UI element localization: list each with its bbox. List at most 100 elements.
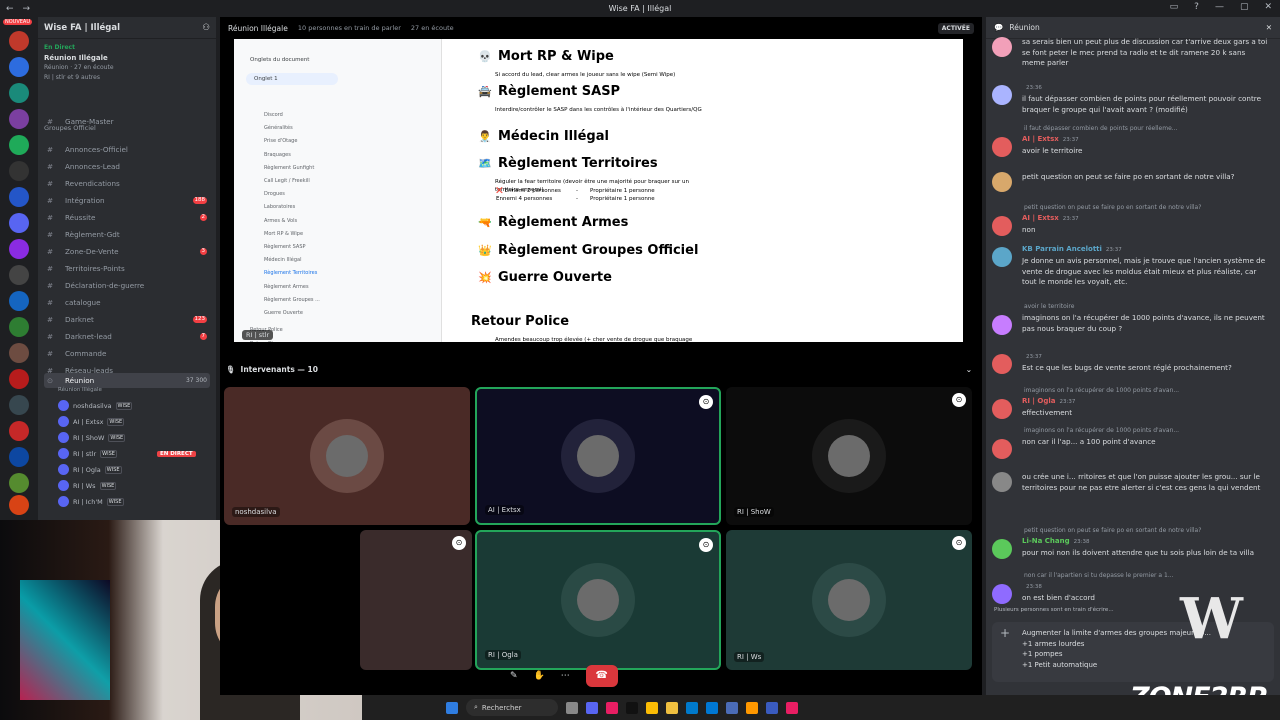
outline-item[interactable]: Règlement Territoires	[264, 270, 317, 276]
reply-preview[interactable]: avoir le territoire	[1024, 303, 1264, 310]
more-icon[interactable]: ⋯	[561, 671, 570, 681]
server-icon[interactable]	[9, 83, 29, 103]
minimize-icon[interactable]: —	[1215, 2, 1224, 12]
channel-item[interactable]: # Revendications	[44, 176, 210, 191]
voice-user[interactable]: noshdasilva WISE	[58, 400, 133, 411]
add-friend-icon[interactable]: ⚇	[202, 23, 210, 33]
server-icon[interactable]	[9, 109, 29, 129]
participant-tile[interactable]: ⊙ RI | ShoW	[726, 387, 972, 525]
server-icon[interactable]	[9, 495, 29, 515]
app-icon[interactable]	[726, 701, 738, 714]
channel-item[interactable]: # Réussite 2	[44, 210, 210, 225]
maximize-icon[interactable]: ▢	[1240, 2, 1249, 12]
chevron-down-icon[interactable]: ⌄	[966, 365, 972, 374]
voice-user[interactable]: AI | Extsx WISE	[58, 416, 125, 427]
voice-user[interactable]: RI | Ogla WISE	[58, 464, 122, 475]
channel-item[interactable]: # Annonces-Officiel	[44, 142, 210, 157]
participant-tile[interactable]: ⊙ AI | Extsx	[475, 387, 721, 525]
channel-reunion[interactable]: ⊙ Réunion 37 300	[44, 373, 210, 388]
server-icon[interactable]	[9, 31, 29, 51]
reply-preview[interactable]: petit question on peut se faire po en so…	[1024, 527, 1264, 534]
speakers-header[interactable]: 🎙 Intervenants — 10 ⌄	[220, 362, 982, 376]
voice-user[interactable]: RI | Ich'M WISE	[58, 496, 124, 507]
server-icon[interactable]	[9, 369, 29, 389]
channel-item[interactable]: # Zone-De-Vente 3	[44, 244, 210, 259]
outline-item[interactable]: Call Legit / Freekill	[264, 178, 310, 184]
mute-icon[interactable]: ✎	[510, 671, 518, 681]
message-author[interactable]: 23:38	[1022, 582, 1042, 590]
server-icon[interactable]	[9, 135, 29, 155]
message-author[interactable]: 23:36	[1022, 83, 1042, 91]
outline-item[interactable]: Médecin Illégal	[264, 257, 302, 263]
reply-preview[interactable]: il faut dépasser combien de points pour …	[1024, 125, 1264, 132]
app-icon[interactable]	[746, 701, 758, 714]
outline-item[interactable]: Laboratoires	[264, 204, 295, 210]
watch-stream-icon[interactable]: ⊙	[952, 393, 966, 407]
outline-item[interactable]: Armes & Vols	[264, 218, 297, 224]
outline-item[interactable]: Règlement Gunfight	[264, 165, 314, 171]
server-icon[interactable]	[9, 239, 29, 259]
discord-icon[interactable]	[586, 701, 598, 714]
hand-icon[interactable]: ✋	[534, 671, 545, 681]
folder-icon[interactable]	[666, 701, 678, 714]
server-icon[interactable]	[9, 395, 29, 415]
participant-tile[interactable]: ⊙ RI | Ogla	[475, 530, 721, 670]
message-author[interactable]: KB Parrain Ancelotti 23:37	[1022, 245, 1122, 253]
add-attachment-icon[interactable]: +	[1000, 626, 1010, 640]
reply-preview[interactable]: imaginons on l'a récupérer de 1000 point…	[1024, 387, 1264, 394]
server-icon[interactable]	[9, 421, 29, 441]
outline-item[interactable]: Règlement Armes	[264, 284, 309, 290]
taskbar-search[interactable]: ⌕ Rechercher	[466, 699, 558, 716]
message-author[interactable]: Li-Na Chang 23:38	[1022, 537, 1089, 545]
tiktok-icon[interactable]	[626, 701, 638, 714]
voice-user[interactable]: RI | ShoW WISE	[58, 432, 126, 443]
outline-item[interactable]: Mort RP & Wipe	[264, 231, 303, 237]
outline-item[interactable]: Braquages	[264, 152, 291, 158]
hang-up-button[interactable]: ☎	[585, 665, 618, 687]
close-icon[interactable]: ✕	[1264, 2, 1272, 12]
server-icon[interactable]	[9, 343, 29, 363]
server-icon[interactable]	[9, 317, 29, 337]
server-icon[interactable]	[9, 57, 29, 77]
watch-stream-icon[interactable]: ⊙	[699, 395, 713, 409]
outline-item[interactable]: Discord	[264, 112, 283, 118]
channel-item[interactable]: # Game-Master	[44, 114, 210, 129]
tiktok-icon[interactable]	[786, 701, 798, 714]
voice-channel-name[interactable]: Réunion Illégale	[44, 53, 210, 63]
activity-badge[interactable]: ACTIVÉE	[937, 22, 974, 34]
message-author[interactable]: AI | Extsx 23:37	[1022, 214, 1079, 222]
message-author[interactable]: 23:37	[1022, 352, 1042, 360]
vscode-icon[interactable]	[686, 701, 698, 714]
participant-tile[interactable]: ⊙ RI | Ws	[726, 530, 972, 670]
app-icon[interactable]	[606, 701, 618, 714]
server-icon[interactable]	[9, 291, 29, 311]
channel-item[interactable]: # Règlement-Gdt	[44, 227, 210, 242]
reply-preview[interactable]: petit question on peut se faire po en so…	[1024, 204, 1264, 211]
watch-stream-icon[interactable]: ⊙	[952, 536, 966, 550]
server-icon[interactable]	[9, 161, 29, 181]
outline-item[interactable]: Guerre Ouverte	[264, 310, 303, 316]
participant-tile[interactable]: ⊙	[360, 530, 472, 670]
reply-preview[interactable]: imaginons on l'a récupérer de 1000 point…	[1024, 427, 1264, 434]
start-icon[interactable]	[446, 701, 458, 714]
channel-item[interactable]: # Territoires-Points	[44, 261, 210, 276]
watch-stream-icon[interactable]: ⊙	[452, 536, 466, 550]
outline-item[interactable]: Règlement Groupes ...	[264, 297, 320, 303]
message-author[interactable]: AI | Extsx 23:37	[1022, 135, 1079, 143]
chrome-icon[interactable]	[646, 701, 658, 714]
channel-item[interactable]: # Intégration 188	[44, 193, 210, 208]
store-icon[interactable]	[706, 701, 718, 714]
server-icon[interactable]	[9, 213, 29, 233]
tab-onglet-1[interactable]: Onglet 1	[246, 73, 338, 85]
app-icon[interactable]	[766, 701, 778, 714]
help-icon[interactable]: ?	[1194, 2, 1199, 12]
close-chat-icon[interactable]: ✕	[1266, 23, 1272, 32]
server-header[interactable]: Wise FA | Illégal ⚇	[38, 17, 216, 39]
channel-item[interactable]: # Darknet 123	[44, 312, 210, 327]
server-icon[interactable]	[9, 187, 29, 207]
reply-preview[interactable]: non car il l'apartien si tu depasse le p…	[1024, 572, 1264, 579]
task-view-icon[interactable]	[566, 701, 578, 714]
message-author[interactable]: RI | Ogla 23:37	[1022, 397, 1075, 405]
voice-user[interactable]: RI | stlr WISE EN DIRECT	[58, 448, 196, 459]
outline-item[interactable]: Drogues	[264, 191, 285, 197]
